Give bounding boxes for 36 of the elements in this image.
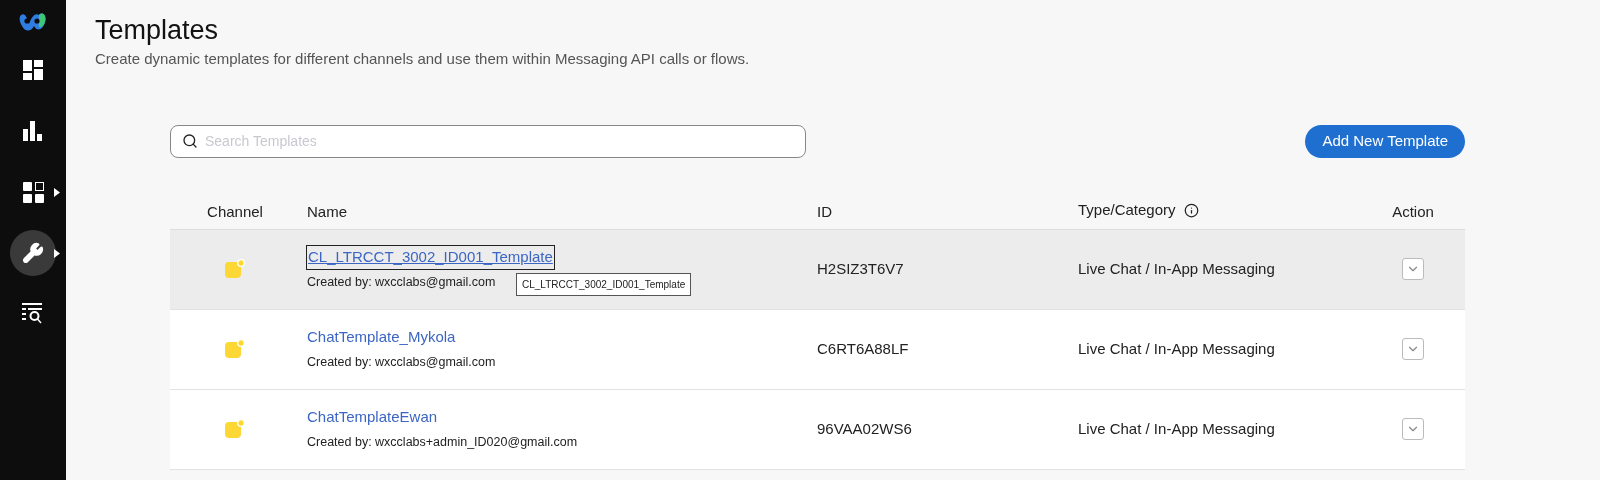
tooltip: CL_LTRCCT_3002_ID001_Template <box>516 272 692 296</box>
column-header: Channel <box>207 201 263 222</box>
wrench-icon <box>22 242 44 264</box>
created-by-text: Created by: wxcclabs@gmail.com <box>307 353 496 371</box>
apps-icon <box>22 181 44 203</box>
template-type: Live Chat / In-App Messaging <box>1078 258 1276 279</box>
chat-channel-icon <box>224 338 246 360</box>
created-by-text: Created by: wxcclabs@gmail.com <box>307 273 496 291</box>
column-header: ID <box>817 201 833 222</box>
column-header: Name <box>306 201 348 222</box>
bar-chart-icon <box>23 121 43 141</box>
dashboard-icon <box>23 60 43 80</box>
sidebar-item[interactable] <box>10 230 56 276</box>
table-row[interactable]: ChatTemplateEwan Created by: wxcclabs+admin_ID020@gmail.com 96VAA02WS6 Live Chat / In-App Messaging <box>170 389 1465 470</box>
page-subtitle: Create dynamic templates for different channels and use them within Messaging API calls or flows. <box>95 49 751 69</box>
logo-icon <box>19 12 47 32</box>
page-title: Templates <box>95 14 220 46</box>
template-type: Live Chat / In-App Messaging <box>1078 418 1276 439</box>
info-icon <box>1183 202 1199 218</box>
template-name-link[interactable]: CL_LTRCCT_3002_ID001_Template <box>307 246 554 269</box>
template-id: C6RT6A88LF <box>817 338 910 359</box>
table-row[interactable]: CL_LTRCCT_3002_ID001_Template Created by: wxcclabs@gmail.com H2SIZ3T6V7 Live Chat / In-App Messaging CL_LTRCCT_3002_ID001_Template <box>170 229 1465 310</box>
column-header: Type/Category <box>1078 199 1176 220</box>
template-name-link[interactable]: ChatTemplate_Mykola <box>307 326 456 349</box>
search-icon <box>182 132 198 149</box>
template-name-link[interactable]: ChatTemplateEwan <box>307 406 438 429</box>
created-by-text: Created by: wxcclabs+admin_ID020@gmail.com <box>307 433 578 451</box>
add-template-button[interactable]: Add New Template <box>1305 124 1465 158</box>
chat-channel-icon <box>224 418 246 440</box>
template-type: Live Chat / In-App Messaging <box>1078 338 1276 359</box>
template-id: 96VAA02WS6 <box>817 418 913 439</box>
chat-channel-icon <box>224 258 246 280</box>
report-search-icon <box>22 303 44 325</box>
column-header: Action <box>1392 201 1434 222</box>
table-row[interactable]: ChatTemplate_Mykola Created by: wxcclabs@gmail.com C6RT6A88LF Live Chat / In-App Messaging <box>170 309 1465 390</box>
template-id: H2SIZ3T6V7 <box>817 258 905 279</box>
